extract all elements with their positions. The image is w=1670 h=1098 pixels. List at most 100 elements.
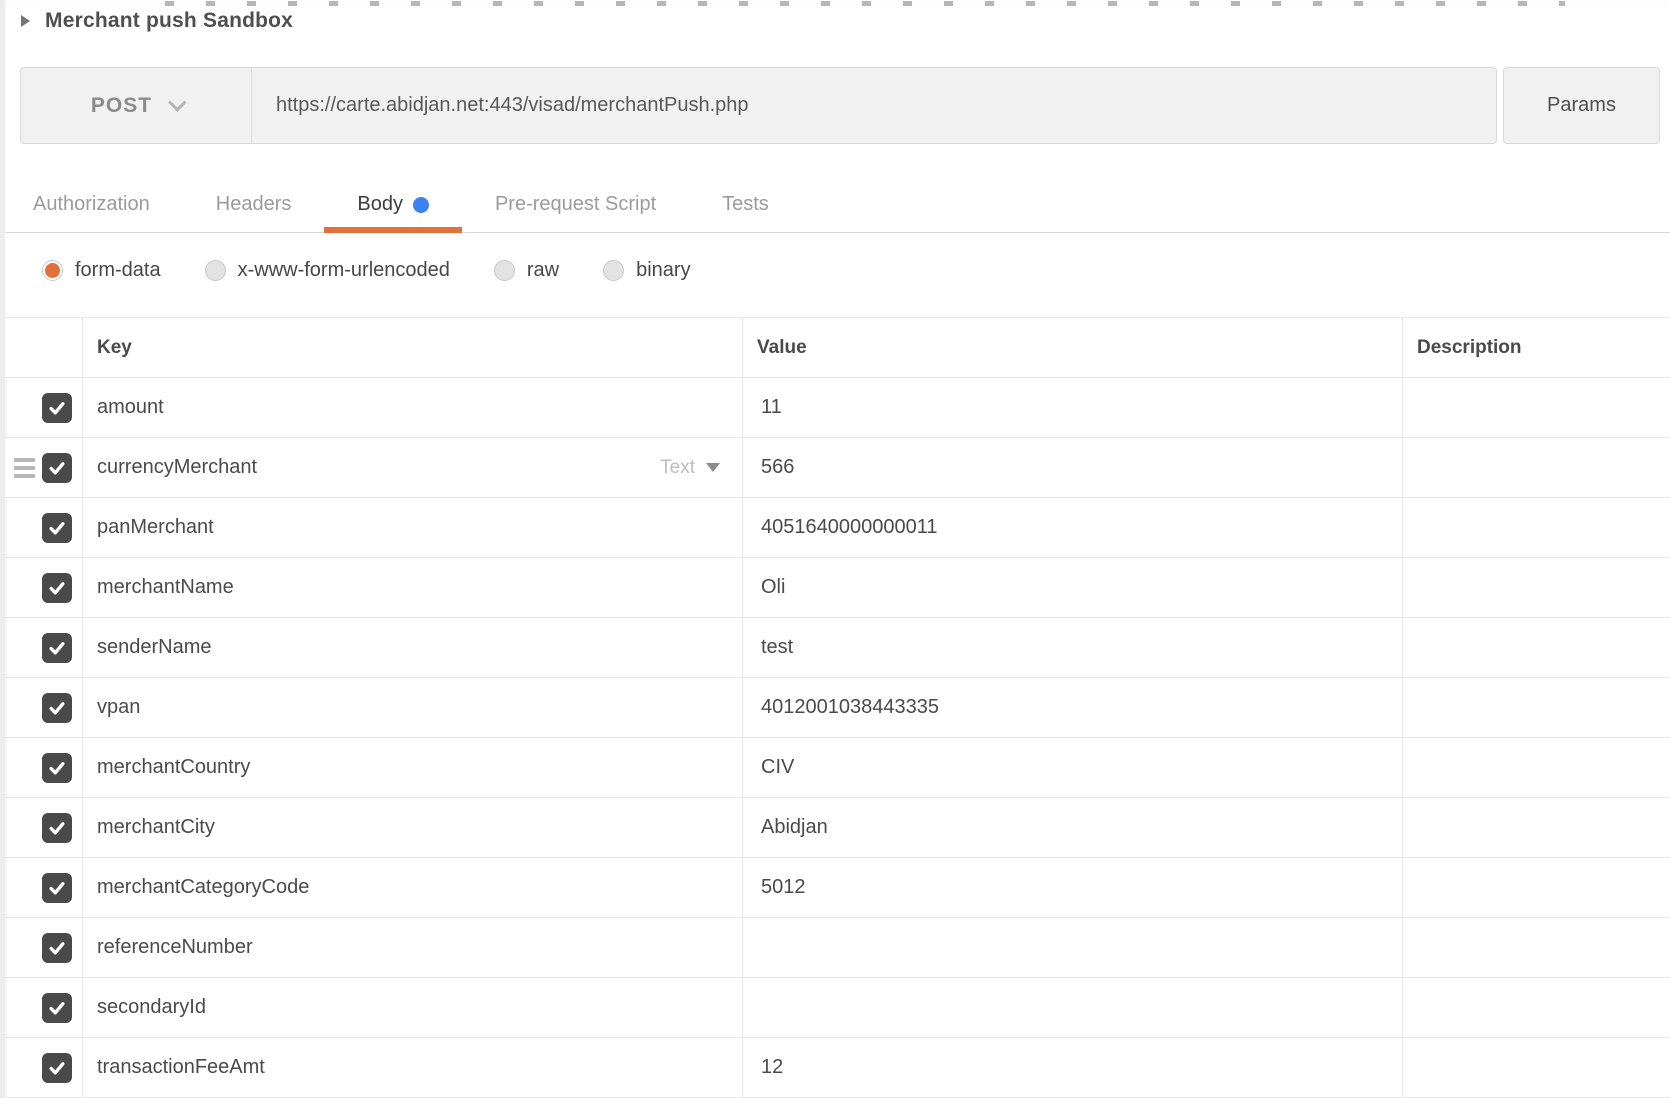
value-text: 566 — [761, 456, 794, 479]
value-cell[interactable] — [742, 978, 1402, 1037]
row-checkbox[interactable] — [42, 633, 72, 663]
clipped-tabs-strip — [0, 0, 1670, 8]
radio-binary[interactable]: binary — [603, 259, 690, 282]
value-text: Oli — [761, 576, 785, 599]
description-cell[interactable] — [1402, 1038, 1670, 1097]
key-cell[interactable]: merchantCategoryCode — [82, 858, 742, 917]
clipped-tab-text — [165, 1, 1565, 6]
value-cell[interactable]: CIV — [742, 738, 1402, 797]
tab-body[interactable]: Body — [324, 177, 462, 232]
key-cell[interactable]: currencyMerchant Text — [82, 438, 742, 497]
url-input[interactable]: https://carte.abidjan.net:443/visad/merc… — [252, 67, 1497, 144]
check-icon — [47, 578, 67, 598]
table-row: transactionFeeAmt 12 — [0, 1038, 1670, 1098]
value-cell[interactable]: 566 — [742, 438, 1402, 497]
tab-headers[interactable]: Headers — [183, 177, 325, 232]
row-checkbox[interactable] — [42, 453, 72, 483]
column-header-description: Description — [1402, 318, 1670, 377]
key-text: merchantCategoryCode — [97, 876, 309, 899]
value-text: 4012001038443335 — [761, 696, 939, 719]
description-cell[interactable] — [1402, 618, 1670, 677]
key-cell[interactable]: merchantCity — [82, 798, 742, 857]
tab-tests[interactable]: Tests — [689, 177, 802, 232]
method-label: POST — [91, 94, 152, 118]
type-selector-label: Text — [660, 457, 695, 479]
table-header: Key Value Description — [0, 317, 1670, 378]
row-checkbox[interactable] — [42, 813, 72, 843]
value-cell[interactable]: 12 — [742, 1038, 1402, 1097]
check-icon — [47, 938, 67, 958]
body-type-options: form-data x-www-form-urlencoded raw bina… — [0, 233, 1670, 280]
value-cell[interactable]: Abidjan — [742, 798, 1402, 857]
description-cell[interactable] — [1402, 978, 1670, 1037]
row-checkbox[interactable] — [42, 933, 72, 963]
row-checkbox[interactable] — [42, 393, 72, 423]
row-checkbox[interactable] — [42, 873, 72, 903]
radio-x-www-form-urlencoded[interactable]: x-www-form-urlencoded — [205, 259, 450, 282]
key-text: merchantName — [97, 576, 234, 599]
row-checkbox[interactable] — [42, 513, 72, 543]
value-cell[interactable]: Oli — [742, 558, 1402, 617]
description-cell[interactable] — [1402, 498, 1670, 557]
key-text: currencyMerchant — [97, 456, 257, 479]
row-select-cell — [0, 438, 82, 497]
key-cell[interactable]: merchantName — [82, 558, 742, 617]
key-cell[interactable]: senderName — [82, 618, 742, 677]
row-checkbox[interactable] — [42, 1053, 72, 1083]
description-cell[interactable] — [1402, 858, 1670, 917]
key-cell[interactable]: merchantCountry — [82, 738, 742, 797]
check-icon — [47, 878, 67, 898]
collapse-caret-icon[interactable] — [21, 15, 30, 27]
tab-pre-request-script[interactable]: Pre-request Script — [462, 177, 689, 232]
row-select-cell — [0, 978, 82, 1037]
value-cell[interactable]: 11 — [742, 378, 1402, 437]
key-cell[interactable]: transactionFeeAmt — [82, 1038, 742, 1097]
key-cell[interactable]: referenceNumber — [82, 918, 742, 977]
row-select-cell — [0, 918, 82, 977]
description-cell[interactable] — [1402, 798, 1670, 857]
key-cell[interactable]: panMerchant — [82, 498, 742, 557]
value-cell[interactable]: 4012001038443335 — [742, 678, 1402, 737]
value-cell[interactable] — [742, 918, 1402, 977]
row-select-cell — [0, 618, 82, 677]
row-checkbox[interactable] — [42, 993, 72, 1023]
request-title-row: Merchant push Sandbox — [0, 8, 1670, 34]
check-icon — [47, 758, 67, 778]
key-text: senderName — [97, 636, 212, 659]
caret-down-icon — [706, 463, 720, 472]
params-button[interactable]: Params — [1503, 67, 1660, 144]
key-cell[interactable]: vpan — [82, 678, 742, 737]
row-checkbox[interactable] — [42, 753, 72, 783]
description-cell[interactable] — [1402, 558, 1670, 617]
description-cell[interactable] — [1402, 918, 1670, 977]
key-text: transactionFeeAmt — [97, 1056, 265, 1079]
row-checkbox[interactable] — [42, 573, 72, 603]
radio-form-data[interactable]: form-data — [42, 259, 161, 282]
page-left-edge — [0, 0, 5, 1098]
value-cell[interactable]: 5012 — [742, 858, 1402, 917]
description-cell[interactable] — [1402, 738, 1670, 797]
key-text: panMerchant — [97, 516, 214, 539]
value-text: CIV — [761, 756, 794, 779]
method-select[interactable]: POST — [20, 67, 252, 144]
radio-raw[interactable]: raw — [494, 259, 559, 282]
description-cell[interactable] — [1402, 438, 1670, 497]
value-text: test — [761, 636, 793, 659]
value-cell[interactable]: test — [742, 618, 1402, 677]
type-selector[interactable]: Text — [660, 457, 720, 479]
check-icon — [47, 998, 67, 1018]
description-cell[interactable] — [1402, 678, 1670, 737]
check-icon — [47, 818, 67, 838]
value-cell[interactable]: 4051640000000011 — [742, 498, 1402, 557]
body-indicator-dot — [413, 197, 429, 213]
key-cell[interactable]: secondaryId — [82, 978, 742, 1037]
request-tabs: Authorization Headers Body Pre-request S… — [0, 177, 1670, 233]
key-cell[interactable]: amount — [82, 378, 742, 437]
tab-authorization[interactable]: Authorization — [0, 177, 183, 232]
drag-handle-icon[interactable] — [14, 458, 35, 478]
row-checkbox[interactable] — [42, 693, 72, 723]
description-cell[interactable] — [1402, 378, 1670, 437]
request-url-bar: POST https://carte.abidjan.net:443/visad… — [20, 67, 1660, 144]
row-select-cell — [0, 798, 82, 857]
row-select-cell — [0, 678, 82, 737]
